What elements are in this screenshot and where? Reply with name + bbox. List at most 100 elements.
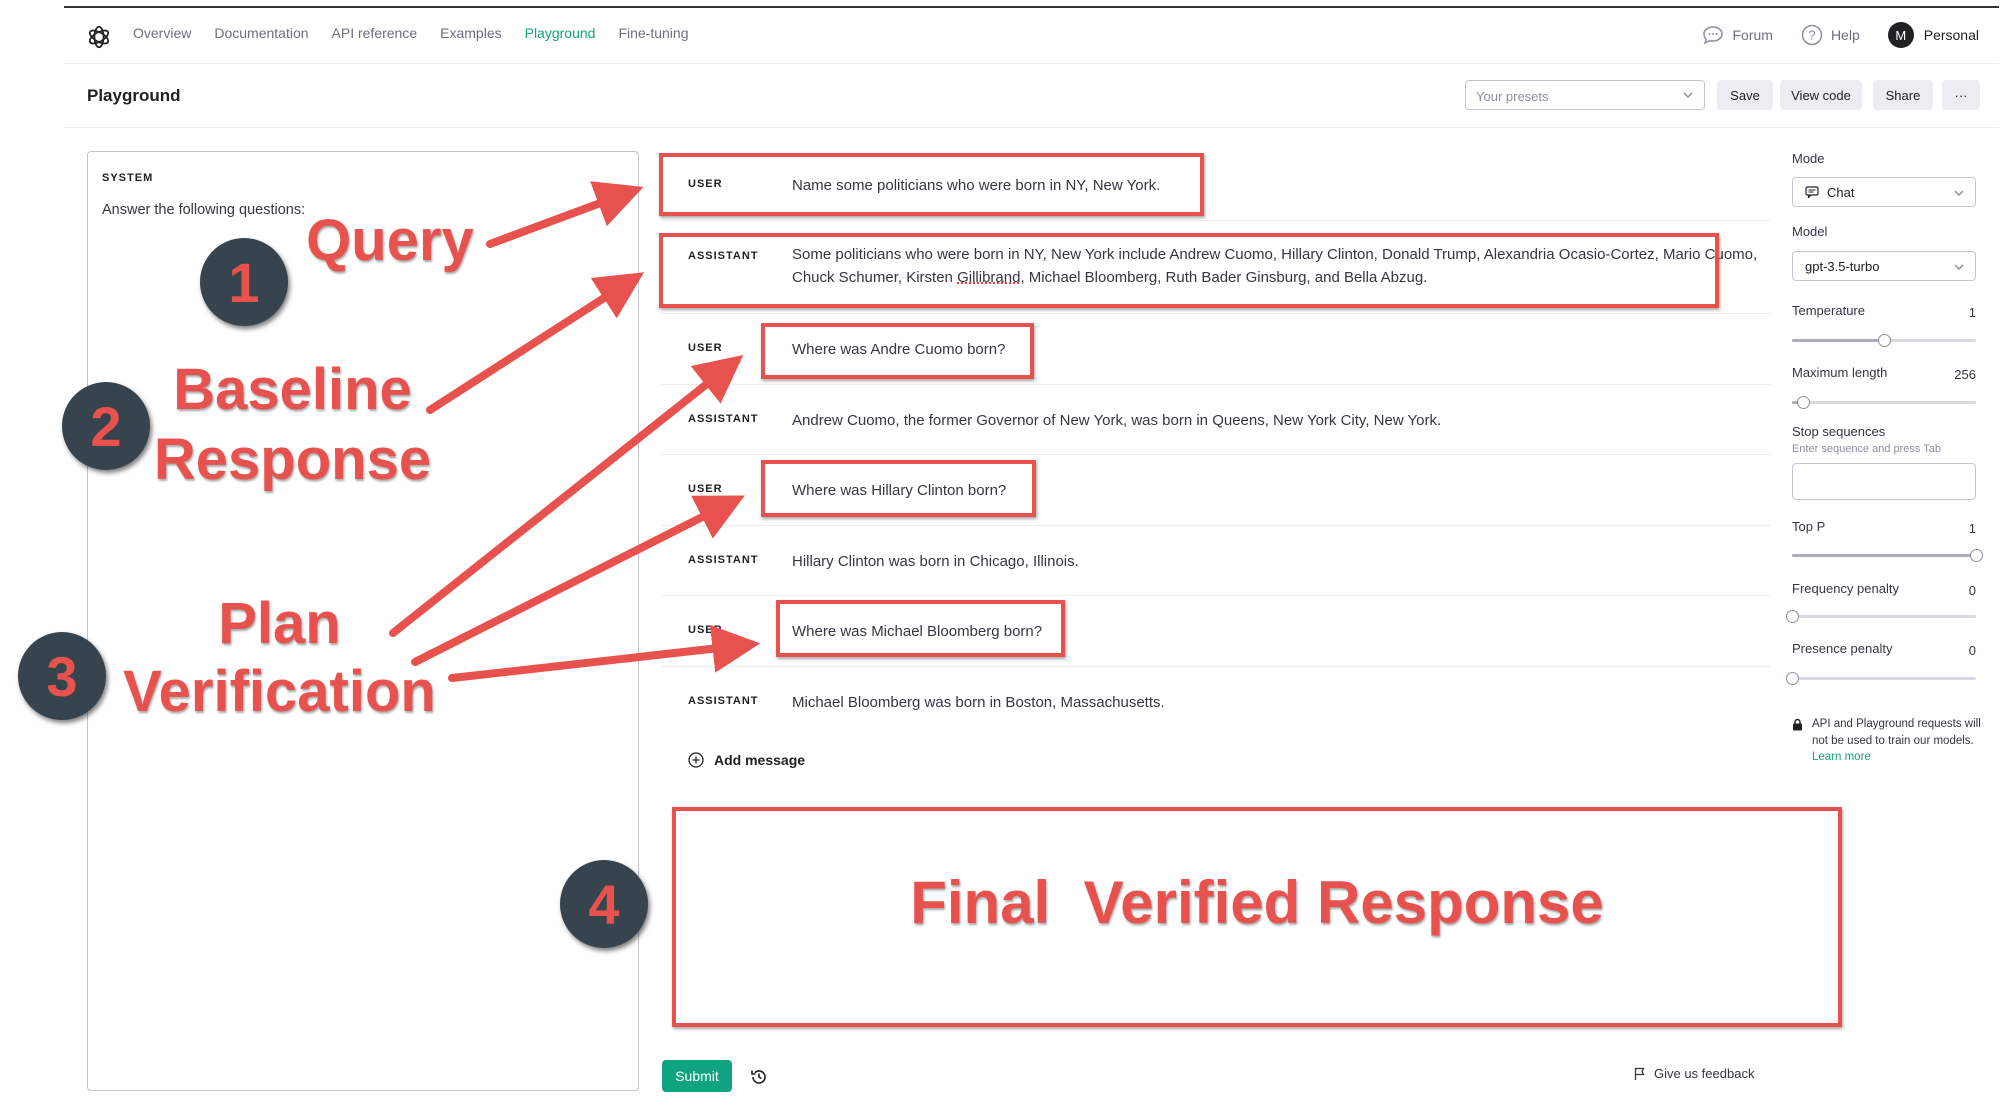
nav-documentation[interactable]: Documentation — [214, 25, 308, 41]
frequency-penalty-label: Frequency penalty — [1792, 581, 1899, 596]
system-label: SYSTEM — [102, 172, 154, 184]
mode-label: Mode — [1792, 151, 1825, 166]
annotation-box-query — [659, 153, 1204, 216]
top-right-menu: Forum ? Help M Personal — [1674, 22, 1979, 48]
model-label: Model — [1792, 224, 1828, 239]
learn-more-link[interactable]: Learn more — [1812, 751, 1871, 763]
system-text[interactable]: Answer the following questions: — [102, 202, 305, 218]
avatar: M — [1887, 22, 1914, 48]
page-title: Playground — [87, 86, 181, 105]
presence-penalty-value[interactable]: 0 — [1969, 643, 1976, 658]
stop-sequences-input[interactable] — [1792, 463, 1976, 500]
help-link[interactable]: ? Help — [1801, 24, 1860, 46]
message-role[interactable]: USER — [688, 342, 723, 354]
message-role[interactable]: ASSISTANT — [688, 554, 759, 566]
help-label: Help — [1830, 27, 1860, 43]
mode-value: Chat — [1827, 184, 1855, 200]
flag-icon — [1634, 1067, 1645, 1080]
frequency-penalty-value[interactable]: 0 — [1969, 583, 1976, 598]
annotation-box-verify-3 — [776, 600, 1065, 657]
more-options-button[interactable]: ··· — [1942, 80, 1980, 110]
presence-penalty-label: Presence penalty — [1792, 641, 1893, 656]
annotation-label-final: Final Verified Response — [910, 869, 1604, 936]
temperature-label: Temperature — [1792, 303, 1865, 318]
annotation-box-verify-1 — [761, 323, 1034, 379]
model-select[interactable]: gpt-3.5-turbo — [1792, 251, 1976, 281]
message-role[interactable]: USER — [688, 483, 723, 495]
add-message-button[interactable]: Add message — [688, 752, 805, 768]
top-p-label: Top P — [1792, 519, 1826, 534]
top-p-value[interactable]: 1 — [1969, 521, 1976, 536]
feedback-label: Give us feedback — [1654, 1066, 1755, 1081]
message-content[interactable]: Andrew Cuomo, the former Governor of New… — [792, 409, 1760, 432]
stop-sequences-hint: Enter sequence and press Tab — [1792, 443, 1942, 455]
nav-links: Overview Documentation API reference Exa… — [133, 25, 711, 41]
annotation-label-plan-line2: Verification — [123, 659, 436, 724]
nav-playground[interactable]: Playground — [525, 25, 596, 41]
submit-button[interactable]: Submit — [662, 1060, 732, 1092]
account-label: Personal — [1923, 27, 1979, 43]
annotation-label-query: Query — [306, 208, 474, 273]
slider-handle[interactable] — [1786, 672, 1799, 685]
top-nav: Overview Documentation API reference Exa… — [64, 6, 1999, 64]
presets-select[interactable]: Your presets — [1465, 80, 1705, 110]
temperature-value[interactable]: 1 — [1969, 305, 1976, 320]
history-icon[interactable] — [749, 1067, 769, 1087]
chevron-down-icon — [1683, 92, 1693, 99]
slider-handle[interactable] — [1878, 334, 1891, 347]
mode-select[interactable]: Chat — [1792, 177, 1976, 207]
step-3-badge: 3 — [18, 632, 106, 720]
annotation-label-baseline-line2: Response — [153, 427, 432, 492]
svg-text:?: ? — [1808, 28, 1815, 43]
account-menu[interactable]: M Personal — [1887, 22, 1979, 48]
annotation-label-baseline-line1: Baseline — [173, 357, 412, 422]
view-code-button[interactable]: View code — [1780, 80, 1862, 110]
annotation-box-baseline — [659, 233, 1719, 308]
feedback-link[interactable]: Give us feedback — [1634, 1066, 1754, 1081]
slider-handle[interactable] — [1786, 610, 1799, 623]
max-length-value[interactable]: 256 — [1954, 367, 1976, 382]
top-p-slider[interactable] — [1792, 549, 1983, 562]
max-length-slider[interactable] — [1792, 396, 1976, 409]
nav-examples[interactable]: Examples — [440, 25, 501, 41]
max-length-label: Maximum length — [1792, 365, 1888, 380]
forum-link[interactable]: Forum — [1702, 25, 1773, 45]
temperature-slider[interactable] — [1792, 334, 1976, 347]
message-row[interactable]: ASSISTANT Andrew Cuomo, the former Gover… — [662, 385, 1770, 455]
lock-icon — [1793, 718, 1802, 731]
message-role[interactable]: ASSISTANT — [688, 413, 759, 425]
nav-api-reference[interactable]: API reference — [332, 25, 418, 41]
chevron-down-icon — [1954, 190, 1964, 197]
add-message-label: Add message — [714, 752, 806, 768]
slider-handle[interactable] — [1797, 396, 1811, 409]
chat-bubble-icon — [1703, 26, 1724, 45]
chat-icon — [1805, 186, 1819, 198]
page-header: Playground Your presets Save View code S… — [64, 64, 1999, 128]
save-button[interactable]: Save — [1717, 80, 1773, 110]
stop-sequences-label: Stop sequences — [1792, 424, 1886, 439]
privacy-notice-text: API and Playground requests will not be … — [1812, 718, 1981, 747]
help-icon: ? — [1801, 24, 1823, 46]
presence-penalty-slider[interactable] — [1786, 672, 1976, 685]
message-row[interactable]: ASSISTANT Michael Bloomberg was born in … — [662, 667, 1770, 737]
message-role[interactable]: ASSISTANT — [688, 695, 759, 707]
forum-label: Forum — [1732, 27, 1773, 43]
nav-fine-tuning[interactable]: Fine-tuning — [618, 25, 688, 41]
slider-handle[interactable] — [1970, 549, 1983, 562]
message-role[interactable]: USER — [688, 624, 723, 636]
model-value: gpt-3.5-turbo — [1805, 258, 1880, 274]
presets-placeholder: Your presets — [1476, 89, 1549, 104]
message-row[interactable]: ASSISTANT Hillary Clinton was born in Ch… — [662, 526, 1770, 596]
plus-circle-icon — [688, 752, 704, 768]
openai-logo-icon[interactable] — [86, 24, 112, 50]
step-4-badge: 4 — [560, 860, 648, 948]
chevron-down-icon — [1954, 264, 1964, 271]
annotation-box-verify-2 — [761, 460, 1036, 517]
message-content[interactable]: Michael Bloomberg was born in Boston, Ma… — [792, 691, 1760, 714]
message-content[interactable]: Hillary Clinton was born in Chicago, Ill… — [792, 550, 1760, 573]
nav-overview[interactable]: Overview — [133, 25, 191, 41]
step-1-badge: 1 — [200, 238, 288, 326]
frequency-penalty-slider[interactable] — [1786, 610, 1976, 623]
annotation-label-plan-line1: Plan — [218, 591, 341, 656]
share-button[interactable]: Share — [1873, 80, 1933, 110]
